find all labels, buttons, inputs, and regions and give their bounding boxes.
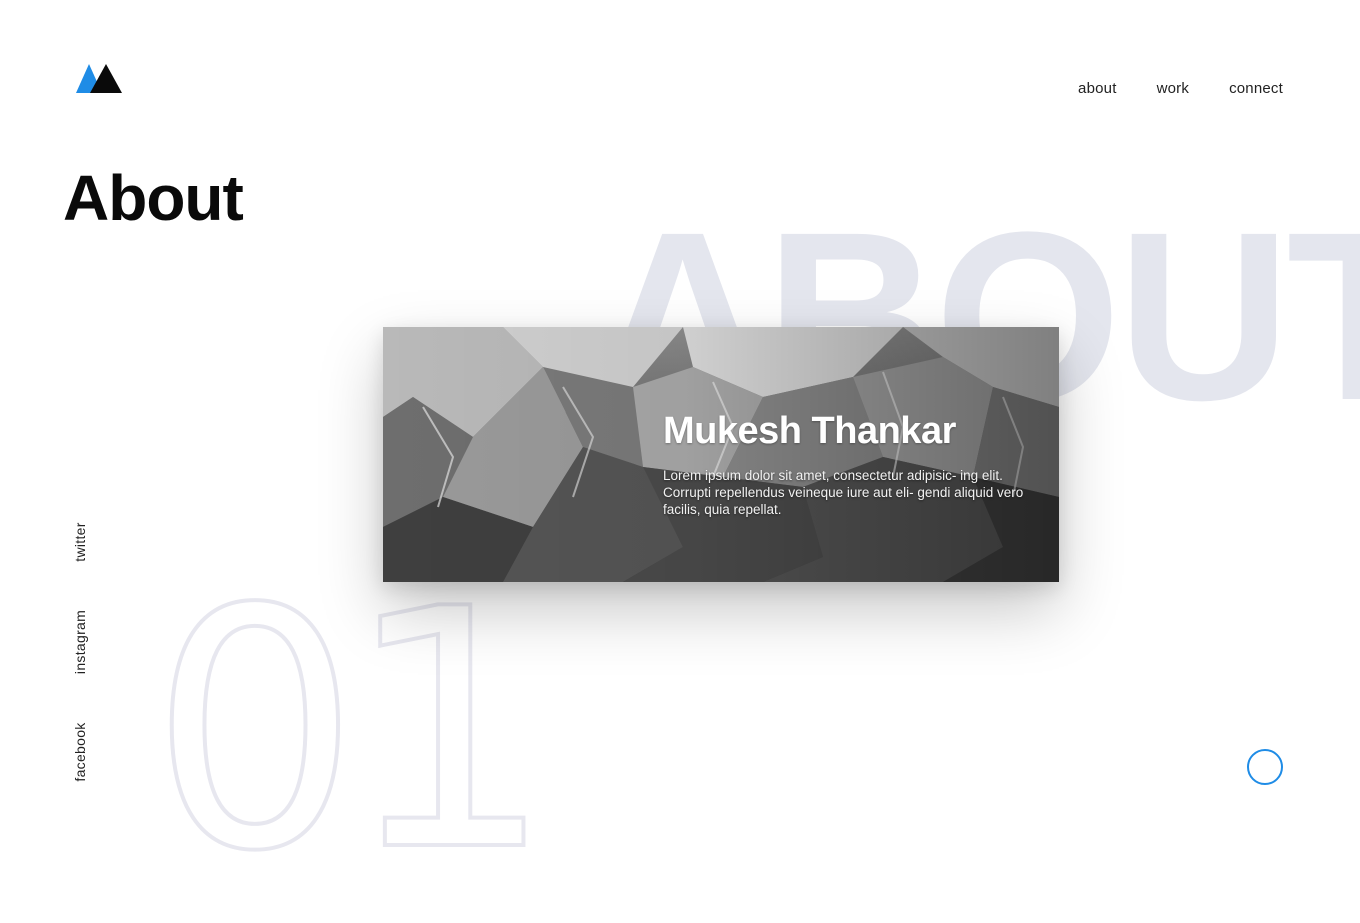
nav-item-connect[interactable]: connect [1229, 79, 1283, 99]
profile-description: Lorem ipsum dolor sit amet, consectetur … [663, 468, 1024, 517]
main-nav: about work connect [1078, 79, 1283, 99]
profile-card-content: Mukesh Thankar Lorem ipsum dolor sit ame… [663, 409, 1033, 518]
brand-logo-icon[interactable] [76, 62, 122, 94]
social-links: twitter instagram facebook [62, 516, 98, 788]
social-link-twitter[interactable]: twitter [72, 522, 88, 561]
social-link-facebook[interactable]: facebook [72, 722, 88, 781]
social-link-instagram[interactable]: instagram [72, 610, 88, 674]
scroll-indicator-button[interactable] [1247, 749, 1283, 785]
nav-item-work[interactable]: work [1157, 79, 1189, 99]
nav-item-about[interactable]: about [1078, 79, 1117, 99]
profile-name: Mukesh Thankar [663, 410, 956, 452]
profile-card: Mukesh Thankar Lorem ipsum dolor sit ame… [383, 327, 1059, 582]
page-title: About [63, 162, 244, 234]
background-section-number: 01 [148, 539, 556, 923]
